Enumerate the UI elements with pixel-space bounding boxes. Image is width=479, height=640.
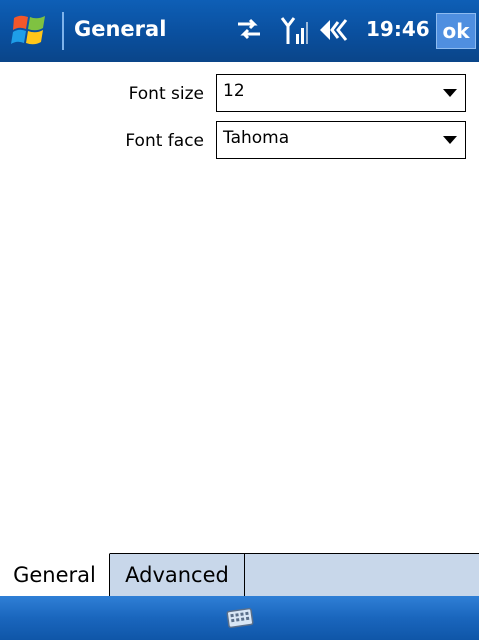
connectivity-icon[interactable] bbox=[236, 16, 262, 42]
font-size-value: 12 bbox=[223, 81, 245, 101]
signal-icon[interactable] bbox=[280, 16, 308, 46]
font-size-select[interactable]: 12 bbox=[216, 74, 466, 112]
font-face-value: Tahoma bbox=[223, 128, 290, 148]
title-separator bbox=[62, 12, 64, 50]
page-title: General bbox=[74, 17, 167, 41]
chevron-down-icon[interactable] bbox=[443, 89, 457, 97]
font-face-select[interactable]: Tahoma bbox=[216, 121, 466, 159]
tab-general[interactable]: General bbox=[0, 553, 110, 596]
tab-advanced[interactable]: Advanced bbox=[110, 553, 245, 596]
chevron-down-icon[interactable] bbox=[443, 136, 457, 144]
clock[interactable]: 19:46 bbox=[366, 17, 430, 41]
title-bar: General 19:46 ok bbox=[0, 0, 479, 62]
font-size-label: Font size bbox=[128, 84, 204, 104]
start-logo-icon[interactable] bbox=[10, 12, 52, 50]
bottom-bar bbox=[0, 596, 479, 640]
volume-icon[interactable] bbox=[318, 16, 354, 44]
ok-button[interactable]: ok bbox=[436, 13, 476, 49]
keyboard-icon[interactable] bbox=[226, 604, 254, 632]
tab-strip: General Advanced bbox=[0, 553, 479, 596]
font-face-label: Font face bbox=[125, 131, 204, 151]
